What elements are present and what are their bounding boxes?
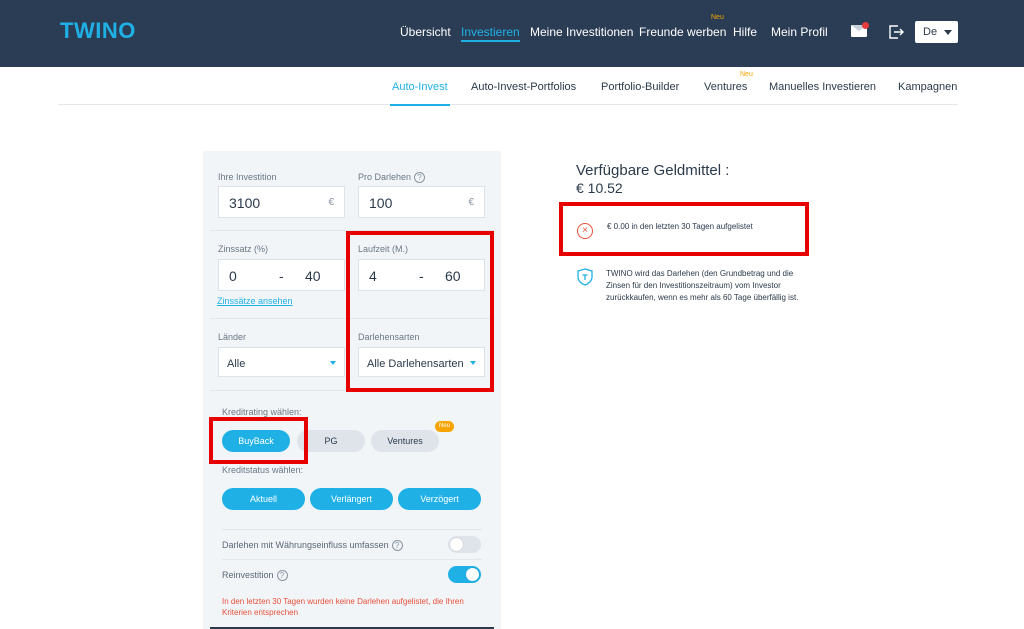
- highlight-buyback-box: [209, 417, 308, 464]
- logout-icon[interactable]: [887, 23, 905, 41]
- highlight-term-box: [346, 231, 494, 392]
- countries-value: Alle: [227, 358, 246, 370]
- investment-input[interactable]: 3100 €: [218, 186, 345, 218]
- reinvest-toggle[interactable]: [448, 566, 481, 583]
- help-icon[interactable]: ?: [414, 172, 426, 184]
- main-nav: Übersicht Investieren Meine Investitione…: [0, 25, 1024, 45]
- status-extended-button[interactable]: Verlängert: [310, 488, 393, 510]
- tab-ventures[interactable]: Ventures: [704, 81, 747, 93]
- listed-amount-text: € 0.00 in den letzten 30 Tagen aufgelist…: [607, 222, 753, 231]
- status-label: Kreditstatus wählen:: [222, 465, 304, 475]
- euro-icon: €: [328, 197, 334, 208]
- interest-from: 0: [229, 268, 237, 284]
- tab-auto-invest-portfolios[interactable]: Auto-Invest-Portfolios: [471, 81, 576, 93]
- language-value: De: [923, 26, 938, 38]
- tab-portfolio-builder[interactable]: Portfolio-Builder: [601, 81, 679, 93]
- currency-impact-toggle[interactable]: [448, 536, 481, 553]
- nav-overview[interactable]: Übersicht: [400, 25, 451, 39]
- countries-select[interactable]: Alle: [218, 347, 345, 377]
- rating-ventures-button[interactable]: Ventures: [371, 430, 439, 452]
- rating-label: Kreditrating wählen:: [222, 407, 302, 417]
- range-dash: -: [279, 268, 284, 284]
- toggle-knob: [466, 568, 479, 581]
- interest-range-input[interactable]: 0 - 40: [218, 259, 345, 291]
- reinvest-text: Reinvestition: [222, 570, 274, 580]
- nav-my-profile[interactable]: Mein Profil: [771, 25, 828, 39]
- status-delayed-button[interactable]: Verzögert: [398, 488, 481, 510]
- shield-icon: [577, 268, 593, 286]
- no-loans-warning: In den letzten 30 Tagen wurden keine Dar…: [222, 597, 464, 617]
- per-loan-label-text: Pro Darlehen: [358, 172, 412, 182]
- interest-to: 40: [305, 268, 321, 284]
- per-loan-value: 100: [369, 195, 393, 211]
- reinvest-label: Reinvestition?: [222, 570, 288, 582]
- ventures-new-badge: Neu: [740, 71, 753, 78]
- buyback-info-text: TWINO wird das Darlehen (den Grundbetrag…: [606, 269, 799, 302]
- countries-label: Länder: [218, 332, 247, 342]
- help-icon[interactable]: ?: [391, 540, 403, 552]
- interest-rates-link[interactable]: Zinssätze ansehen: [217, 296, 293, 306]
- ventures-new-badge: Neu: [435, 421, 454, 432]
- available-funds-title: Verfügbare Geldmittel :: [576, 162, 730, 179]
- per-loan-input[interactable]: 100 €: [358, 186, 485, 218]
- tab-auto-invest[interactable]: Auto-Invest: [390, 81, 450, 106]
- investment-value: 3100: [229, 195, 261, 211]
- chevron-down-icon: [330, 361, 336, 365]
- nav-help[interactable]: Hilfe: [733, 25, 757, 39]
- top-header: TWINO Übersicht Investieren Meine Invest…: [0, 0, 1024, 67]
- interest-label: Zinssatz (%): [218, 244, 269, 254]
- nav-my-investments[interactable]: Meine Investitionen: [530, 25, 633, 39]
- tab-campaigns[interactable]: Kampagnen: [898, 81, 957, 93]
- status-current-button[interactable]: Aktuell: [222, 488, 305, 510]
- notification-dot: [862, 22, 869, 29]
- divider: [222, 529, 482, 530]
- currency-impact-text: Darlehen mit Währungseinfluss umfassen: [222, 540, 389, 550]
- nav-refer-friends[interactable]: Freunde werben: [639, 25, 726, 39]
- language-select[interactable]: De: [915, 21, 958, 43]
- currency-impact-label: Darlehen mit Währungseinfluss umfassen?: [222, 540, 403, 552]
- nav-new-badge: Neu: [711, 14, 724, 21]
- divider: [222, 559, 482, 560]
- euro-icon: €: [468, 197, 474, 208]
- sub-nav: Auto-Invest Auto-Invest-Portfolios Portf…: [58, 67, 958, 106]
- nav-invest[interactable]: Investieren: [461, 25, 520, 42]
- tab-manual-invest[interactable]: Manuelles Investieren: [769, 81, 876, 93]
- per-loan-label: Pro Darlehen?: [358, 172, 426, 184]
- available-funds-value: € 10.52: [576, 180, 623, 196]
- chevron-down-icon: [944, 30, 952, 35]
- toggle-knob: [450, 538, 463, 551]
- help-icon[interactable]: ?: [276, 570, 288, 582]
- close-circle-icon: ×: [577, 223, 593, 239]
- investment-label: Ihre Investition: [218, 172, 277, 182]
